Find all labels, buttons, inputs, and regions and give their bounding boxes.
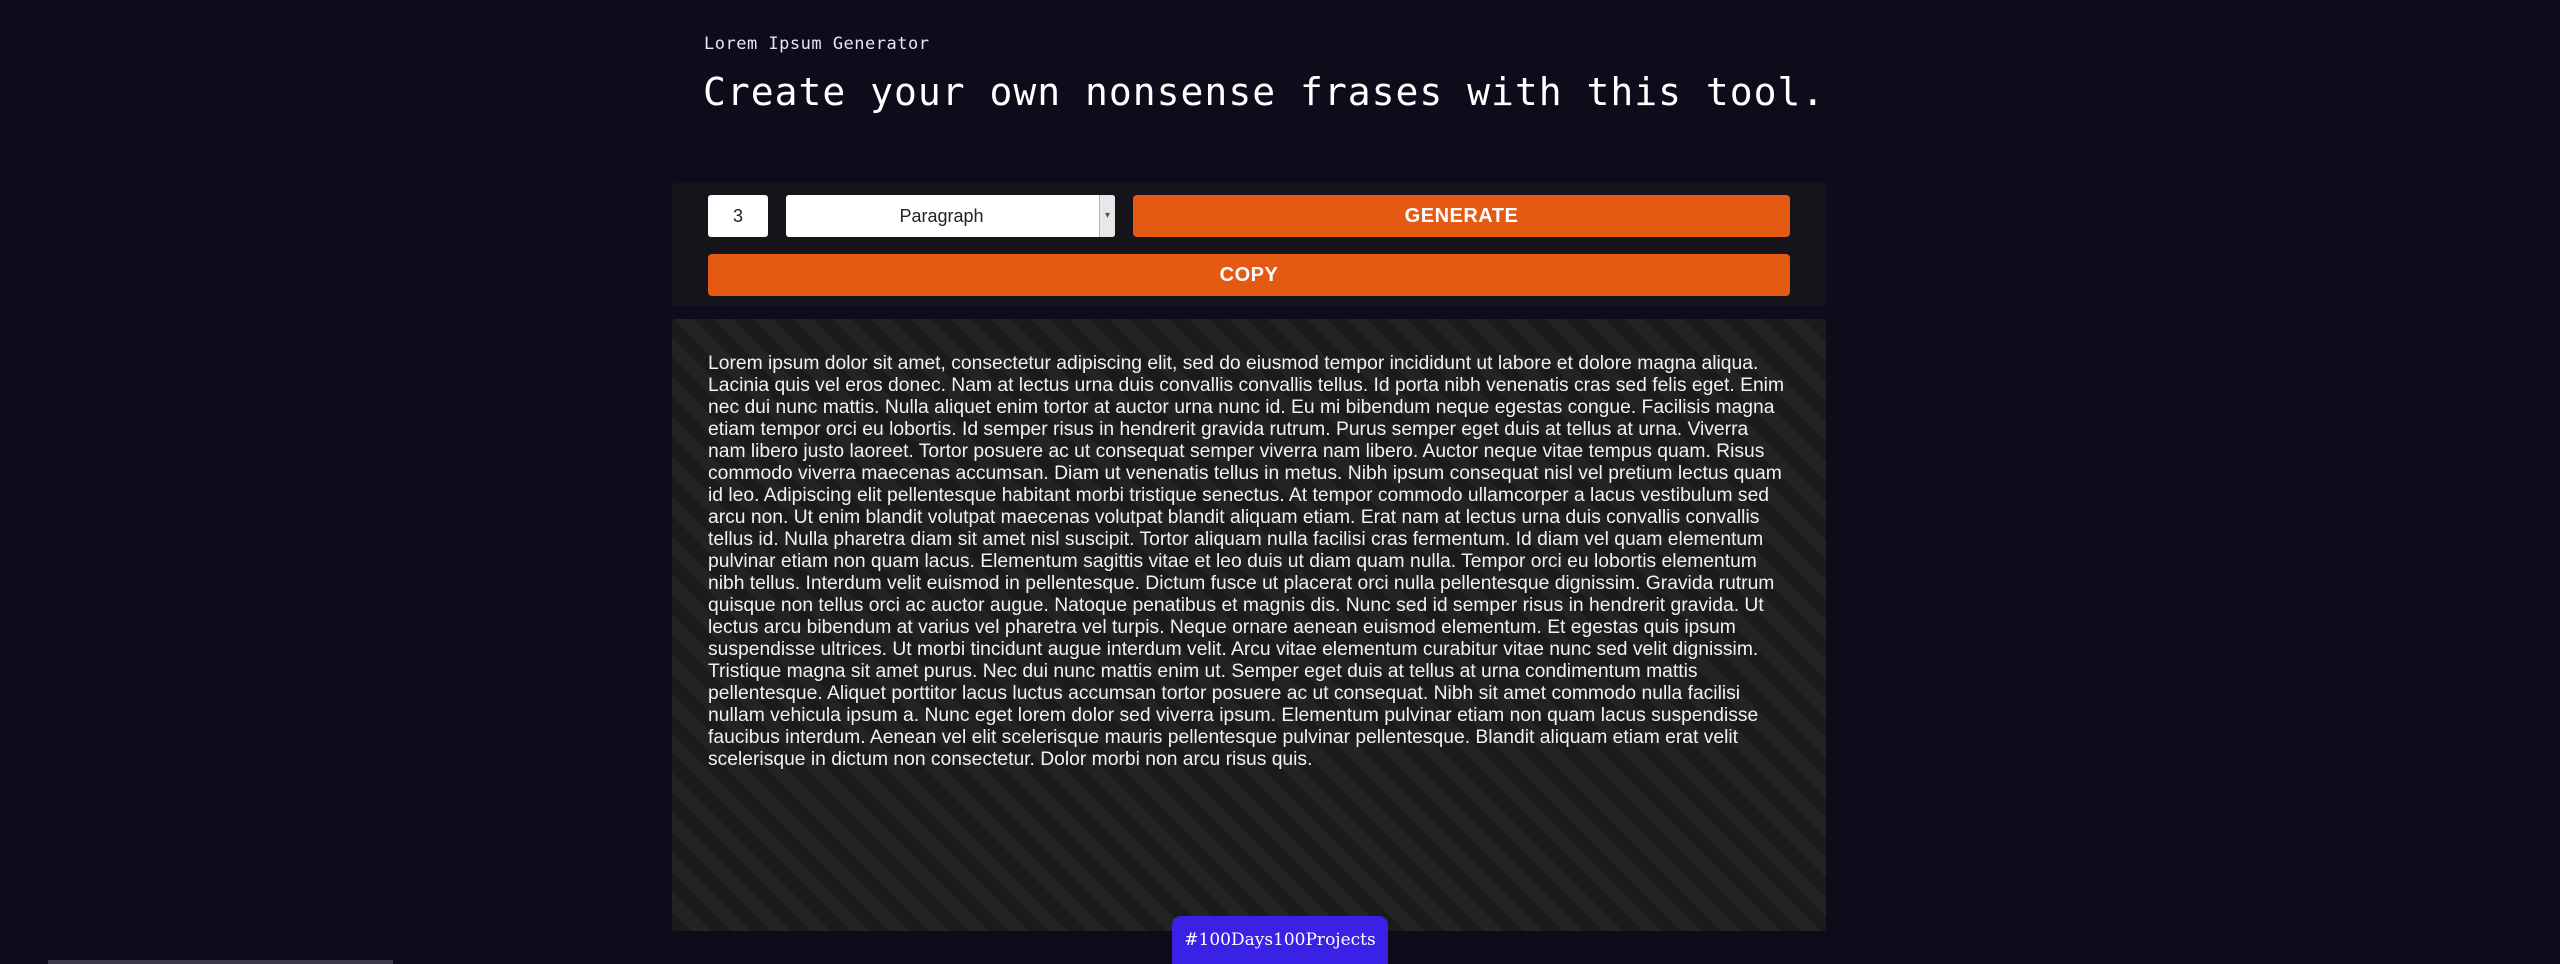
project-badge-link[interactable]: #100Days100Projects <box>1172 916 1388 964</box>
horizontal-scrollbar[interactable] <box>48 960 393 964</box>
generated-text: Lorem ipsum dolor sit amet, consectetur … <box>708 353 1785 770</box>
output-type-select[interactable]: Paragraph ▾ <box>786 195 1115 237</box>
copy-button[interactable]: COPY <box>708 254 1790 296</box>
page-title: Create your own nonsense frases with thi… <box>703 70 1826 114</box>
paragraph-count-input[interactable] <box>708 195 768 237</box>
output-panel: Lorem ipsum dolor sit amet, consectetur … <box>672 319 1826 931</box>
chevron-down-icon[interactable]: ▾ <box>1099 195 1115 237</box>
generate-button[interactable]: GENERATE <box>1133 195 1790 237</box>
app-label: Lorem Ipsum Generator <box>704 34 930 54</box>
output-type-select-value: Paragraph <box>899 206 984 226</box>
